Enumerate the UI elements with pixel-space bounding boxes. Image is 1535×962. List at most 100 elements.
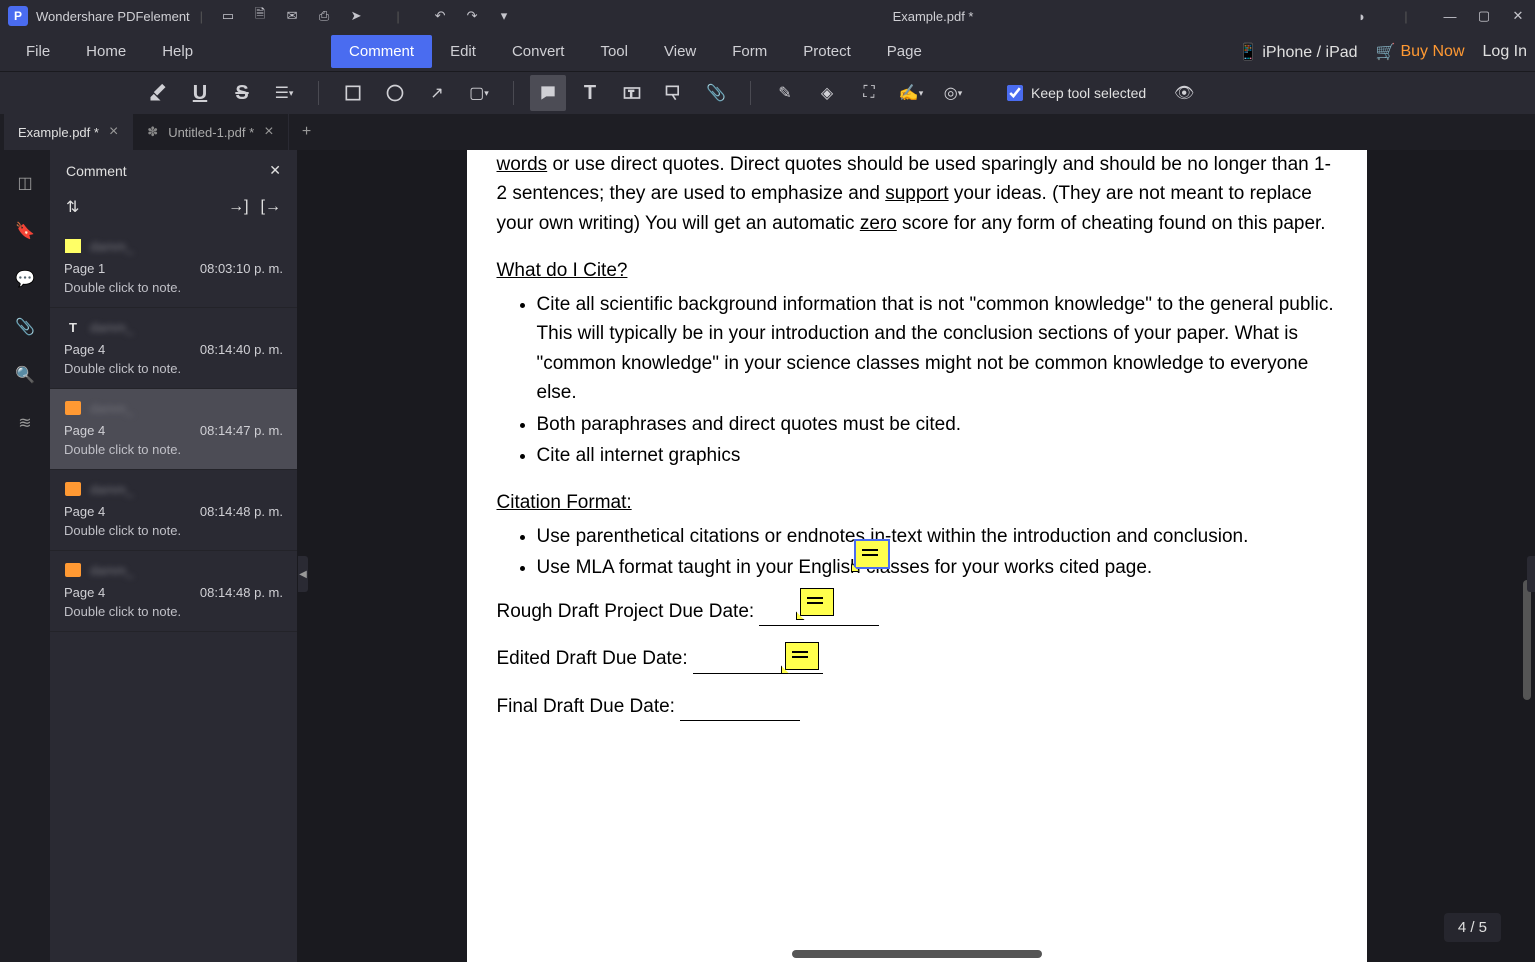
comment-note: Double click to note. xyxy=(64,442,283,457)
print-icon[interactable]: ⎙ xyxy=(315,7,333,25)
add-tab-button[interactable]: + xyxy=(289,114,325,150)
arrow-tool[interactable]: ↗ xyxy=(419,75,455,111)
close-button[interactable]: ✕ xyxy=(1509,7,1527,25)
comment-page: Page 1 xyxy=(64,261,105,276)
list-item: Cite all internet graphics xyxy=(537,441,1337,470)
menu-comment[interactable]: Comment xyxy=(331,35,432,68)
menu-form[interactable]: Form xyxy=(714,35,785,68)
comment-time: 08:03:10 p. m. xyxy=(200,261,283,276)
comment-item[interactable]: Tdamm_Page 408:14:40 p. m.Double click t… xyxy=(50,308,297,389)
separator: | xyxy=(200,9,203,24)
search-icon[interactable]: 🔍 xyxy=(12,362,38,388)
window-controls: ◗ | — ▢ ✕ xyxy=(1353,7,1527,25)
svg-text:T: T xyxy=(629,88,634,98)
panel-tools: ⇅ →] [→ xyxy=(50,191,297,227)
strikethrough-tool[interactable]: S xyxy=(224,75,260,111)
stamp-tool[interactable]: ⛶ xyxy=(851,75,887,111)
menu-bar: File Home Help Comment Edit Convert Tool… xyxy=(0,32,1535,72)
page-indicator[interactable]: 4 / 5 xyxy=(1444,913,1501,942)
comment-type-icon xyxy=(64,237,82,255)
comment-item[interactable]: damm_Page 408:14:48 p. m.Double click to… xyxy=(50,470,297,551)
layers-icon[interactable]: ≋ xyxy=(12,410,38,436)
sticky-note-tool[interactable] xyxy=(530,75,566,111)
separator xyxy=(318,81,319,105)
attachments-icon[interactable]: 📎 xyxy=(12,314,38,340)
comment-item[interactable]: damm_Page 408:14:47 p. m.Double click to… xyxy=(50,389,297,470)
keep-tool-selected[interactable]: Keep tool selected xyxy=(1007,85,1146,101)
sticky-note-annotation[interactable] xyxy=(785,642,819,670)
theme-icon[interactable]: ◗ xyxy=(1353,7,1371,25)
close-icon[interactable]: × xyxy=(109,123,118,141)
minimize-button[interactable]: — xyxy=(1441,7,1459,25)
more-icon[interactable]: ▾ xyxy=(495,7,513,25)
close-icon[interactable]: × xyxy=(264,123,273,141)
document-viewer[interactable]: words or use direct quotes. Direct quote… xyxy=(298,150,1535,962)
shape-tool[interactable]: ▢▾ xyxy=(461,75,497,111)
sort-icon[interactable]: ⇅ xyxy=(66,197,79,217)
menu-home[interactable]: Home xyxy=(68,35,144,68)
pencil-tool[interactable]: ✎ xyxy=(767,75,803,111)
comment-author: damm_ xyxy=(90,563,133,578)
folder-icon[interactable]: ▭ xyxy=(219,7,237,25)
keep-tool-checkbox[interactable] xyxy=(1007,85,1023,101)
horizontal-scrollbar[interactable] xyxy=(792,950,1042,958)
circle-tool[interactable] xyxy=(377,75,413,111)
mail-icon[interactable]: ✉ xyxy=(283,7,301,25)
device-link[interactable]: 📱 iPhone / iPad xyxy=(1238,42,1358,62)
quick-access-toolbar: ▭ 🗎 ✉ ⎙ ➤ | ↶ ↷ ▾ xyxy=(219,7,513,25)
list-item: Use MLA format taught in your English cl… xyxy=(537,553,1337,582)
panel-collapse-handle[interactable]: ◀ xyxy=(298,556,308,592)
comment-type-icon: T xyxy=(64,318,82,336)
highlight-tool[interactable] xyxy=(140,75,176,111)
undo-icon[interactable]: ↶ xyxy=(431,7,449,25)
vertical-scrollbar[interactable] xyxy=(1523,580,1531,700)
menu-page[interactable]: Page xyxy=(869,35,940,68)
menu-convert[interactable]: Convert xyxy=(494,35,583,68)
comment-item[interactable]: damm_Page 108:03:10 p. m.Double click to… xyxy=(50,227,297,308)
comment-item[interactable]: damm_Page 408:14:48 p. m.Double click to… xyxy=(50,551,297,632)
thumbnails-icon[interactable]: ◫ xyxy=(12,170,38,196)
rectangle-tool[interactable] xyxy=(335,75,371,111)
tab-untitled[interactable]: ✽ Untitled-1.pdf * × xyxy=(133,114,288,150)
text-tool[interactable]: T xyxy=(572,75,608,111)
share-icon[interactable]: ➤ xyxy=(347,7,365,25)
sticky-note-annotation[interactable] xyxy=(855,540,889,568)
textbox-tool[interactable]: T xyxy=(614,75,650,111)
comments-icon[interactable]: 💬 xyxy=(12,266,38,292)
comment-author: damm_ xyxy=(90,482,133,497)
title-bar: P Wondershare PDFelement | ▭ 🗎 ✉ ⎙ ➤ | ↶… xyxy=(0,0,1535,32)
comment-note: Double click to note. xyxy=(64,361,283,376)
redo-icon[interactable]: ↷ xyxy=(463,7,481,25)
list-item: Cite all scientific background informati… xyxy=(537,290,1337,408)
visibility-tool[interactable]: 👁 xyxy=(1166,75,1202,111)
comment-type-icon xyxy=(64,480,82,498)
panel-title: Comment xyxy=(66,163,127,179)
menu-tool[interactable]: Tool xyxy=(582,35,646,68)
menu-protect[interactable]: Protect xyxy=(785,35,869,68)
close-icon[interactable]: ✕ xyxy=(269,162,281,179)
menu-help[interactable]: Help xyxy=(144,35,211,68)
maximize-button[interactable]: ▢ xyxy=(1475,7,1493,25)
save-icon[interactable]: 🗎 xyxy=(251,7,269,25)
comment-time: 08:14:48 p. m. xyxy=(200,504,283,519)
menu-edit[interactable]: Edit xyxy=(432,35,494,68)
tab-example[interactable]: Example.pdf * × xyxy=(4,114,133,150)
export-icon[interactable]: [→ xyxy=(261,198,281,216)
buy-now-link[interactable]: 🛒 Buy Now xyxy=(1376,42,1465,62)
right-panel-handle[interactable] xyxy=(1527,556,1535,592)
measure-tool[interactable]: ◎▾ xyxy=(935,75,971,111)
sticky-note-annotation[interactable] xyxy=(800,588,834,616)
underline-tool[interactable]: U xyxy=(182,75,218,111)
app-name: Wondershare PDFelement xyxy=(36,9,190,24)
signature-tool[interactable]: ✍▾ xyxy=(893,75,929,111)
callout-tool[interactable] xyxy=(656,75,692,111)
eraser-tool[interactable]: ◈ xyxy=(809,75,845,111)
attachment-tool[interactable]: 📎 xyxy=(698,75,734,111)
menu-file[interactable]: File xyxy=(8,35,68,68)
list-tool[interactable]: ☰▾ xyxy=(266,75,302,111)
bookmarks-icon[interactable]: 🔖 xyxy=(12,218,38,244)
login-link[interactable]: Log In xyxy=(1483,43,1527,61)
menu-view[interactable]: View xyxy=(646,35,714,68)
import-icon[interactable]: →] xyxy=(228,198,248,216)
comment-type-icon xyxy=(64,399,82,417)
